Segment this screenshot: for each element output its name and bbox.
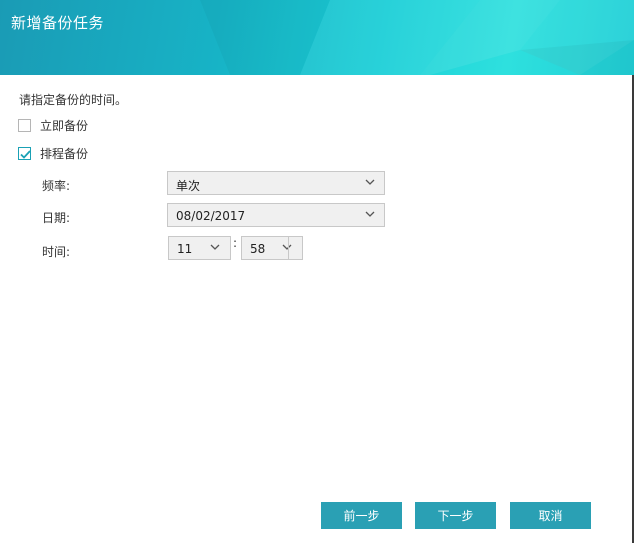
scheduled-backup-option[interactable]: 排程备份 — [18, 145, 88, 162]
scheduled-backup-label: 排程备份 — [40, 147, 89, 161]
immediate-backup-checkbox[interactable] — [18, 119, 31, 132]
time-separator: : — [233, 236, 238, 250]
chevron-down-icon — [365, 211, 375, 217]
chevron-down-icon — [365, 179, 375, 185]
dialog-header: 新增备份任务 — [0, 0, 634, 75]
date-label: 日期: — [42, 211, 71, 225]
hour-select[interactable]: 11 — [168, 236, 231, 260]
frequency-select[interactable]: 单次 — [167, 171, 385, 195]
checkmark-icon — [20, 150, 31, 159]
previous-button[interactable]: 前一步 — [321, 502, 402, 529]
frequency-value: 单次 — [176, 179, 201, 193]
next-button[interactable]: 下一步 — [415, 502, 496, 529]
frequency-label: 频率: — [42, 179, 71, 193]
minute-select[interactable]: 58 — [241, 236, 303, 260]
hour-value: 11 — [177, 242, 193, 256]
minute-select-divider — [288, 236, 289, 260]
instruction-text: 请指定备份的时间。 — [19, 93, 128, 107]
chevron-down-icon — [282, 244, 292, 250]
time-label: 时间: — [42, 245, 71, 259]
cancel-button[interactable]: 取消 — [510, 502, 591, 529]
immediate-backup-label: 立即备份 — [40, 119, 89, 133]
minute-value: 58 — [250, 242, 266, 256]
date-value: 08/02/2017 — [176, 209, 246, 223]
chevron-down-icon — [210, 244, 220, 250]
immediate-backup-option[interactable]: 立即备份 — [18, 117, 88, 134]
date-picker[interactable]: 08/02/2017 — [167, 203, 385, 227]
dialog-title: 新增备份任务 — [11, 14, 105, 32]
scheduled-backup-checkbox[interactable] — [18, 147, 31, 160]
